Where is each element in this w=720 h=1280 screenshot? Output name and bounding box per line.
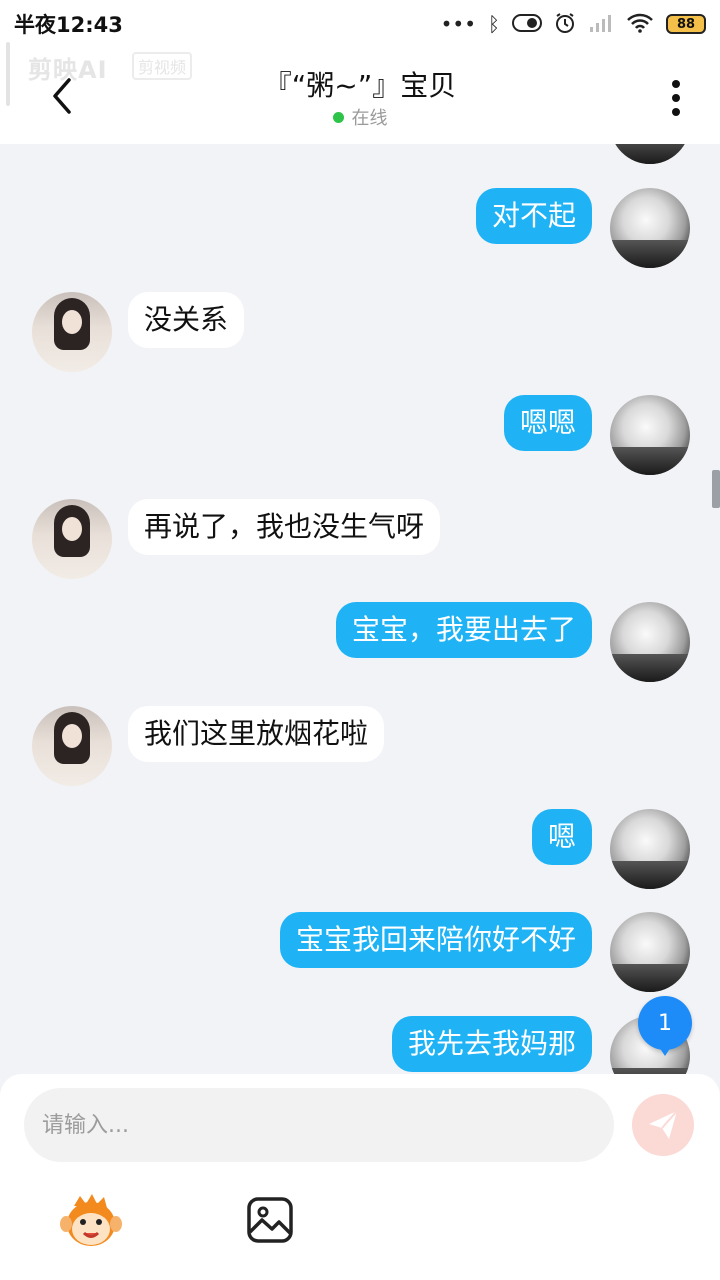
status-icons: ••• ᛒ 88 — [441, 12, 706, 37]
my-avatar[interactable] — [610, 144, 690, 164]
unread-count-badge[interactable]: 1 — [638, 996, 692, 1056]
toggle-icon — [512, 13, 542, 35]
alarm-icon — [554, 12, 576, 37]
online-label: 在线 — [351, 108, 388, 129]
contact-avatar[interactable] — [32, 499, 112, 579]
status-time: 半夜12:43 — [14, 13, 123, 37]
image-button[interactable] — [246, 1196, 294, 1244]
chat-header: 剪映AI 剪视频 『“粥~”』宝贝 在线 — [0, 42, 720, 144]
message-bubble-outgoing[interactable]: 对不起 — [475, 188, 592, 244]
more-dot-icon — [672, 94, 680, 102]
online-status: 在线 — [0, 104, 720, 130]
status-bar: 半夜12:43 ••• ᛒ 88 — [0, 0, 720, 48]
message-bubble-outgoing[interactable]: 宝宝我回来陪你好不好 — [279, 912, 592, 968]
message-list[interactable]: 对不起 没关系 嗯嗯 再说了，我也没生气呀 宝宝，我要出去了 我们这里放烟花啦 … — [0, 144, 720, 1074]
my-avatar[interactable] — [610, 395, 690, 475]
signal-icon — [588, 13, 614, 36]
my-avatar[interactable] — [610, 809, 690, 889]
bluetooth-icon: ᛒ — [488, 12, 500, 36]
monkey-emoji-icon — [60, 1194, 122, 1246]
message-bubble-incoming[interactable]: 我们这里放烟花啦 — [128, 706, 385, 762]
contact-name: 『“粥~”』宝贝 — [263, 69, 457, 102]
more-dots-icon: ••• — [440, 12, 476, 36]
image-icon — [247, 1197, 293, 1243]
message-bubble-incoming[interactable]: 没关系 — [128, 292, 245, 348]
battery-icon: 88 — [666, 14, 706, 34]
wifi-icon — [626, 13, 654, 36]
more-dot-icon — [672, 80, 680, 88]
send-button[interactable] — [632, 1094, 694, 1156]
online-dot-icon — [332, 112, 344, 123]
more-dot-icon — [672, 108, 680, 116]
more-options-button[interactable] — [660, 76, 692, 120]
my-avatar[interactable] — [610, 912, 690, 992]
composer — [0, 1074, 720, 1280]
scrollbar-thumb[interactable] — [712, 470, 720, 508]
send-plane-icon — [649, 1110, 678, 1139]
contact-avatar[interactable] — [32, 292, 112, 372]
message-bubble-outgoing[interactable]: 嗯嗯 — [503, 395, 592, 451]
message-bubble-outgoing[interactable]: 我先去我妈那 — [391, 1016, 592, 1072]
my-avatar[interactable] — [610, 188, 690, 268]
message-input[interactable] — [24, 1088, 614, 1162]
my-avatar[interactable] — [610, 602, 690, 682]
message-bubble-outgoing[interactable]: 嗯 — [531, 809, 592, 865]
message-bubble-outgoing[interactable]: 宝宝，我要出去了 — [335, 602, 592, 658]
message-bubble-incoming[interactable]: 再说了，我也没生气呀 — [128, 499, 441, 555]
emoji-button[interactable] — [60, 1194, 122, 1250]
contact-avatar[interactable] — [32, 706, 112, 786]
